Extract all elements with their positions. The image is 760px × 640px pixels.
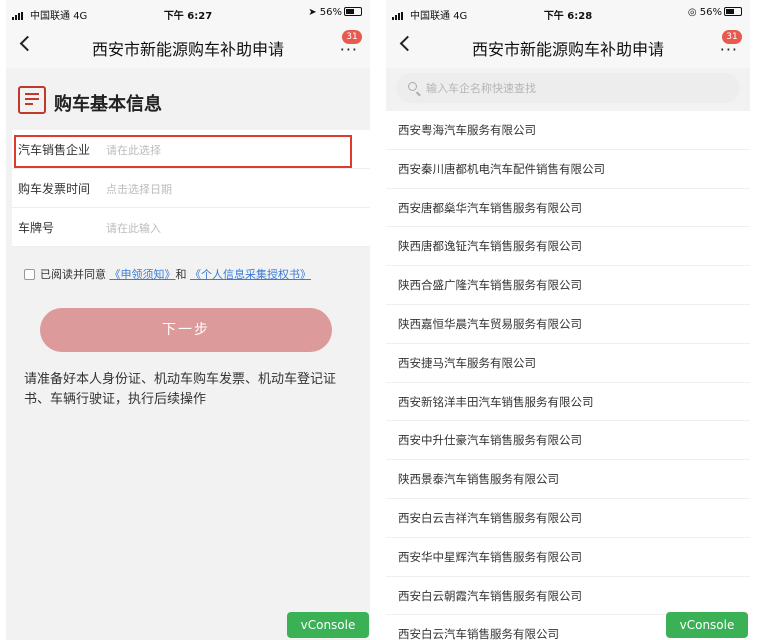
nav-bar: 西安市新能源购车补助申请 ··· 31: [386, 24, 750, 68]
dealer-list-item[interactable]: 陕西唐都逸钲汽车销售服务有限公司: [386, 227, 750, 267]
page-title: 西安市新能源购车补助申请: [91, 40, 284, 59]
dealer-list-item[interactable]: 西安白云吉祥汽车销售服务有限公司: [386, 499, 750, 538]
invoice-date-field[interactable]: 购车发票时间 点击选择日期: [12, 169, 370, 208]
agreement-row: 已阅读并同意 《申领须知》和 《个人信息采集授权书》: [24, 266, 311, 282]
privacy-link[interactable]: 《个人信息采集授权书》: [190, 268, 311, 281]
search-input[interactable]: [426, 77, 726, 99]
alarm-icon: ◎: [687, 7, 697, 18]
dealer-list-item[interactable]: 西安新铭洋丰田汽车销售服务有限公司: [386, 383, 750, 422]
dealer-list-item[interactable]: 西安粤海汽车服务有限公司: [386, 111, 750, 150]
dealer-list-item[interactable]: 西安中升仕豪汽车销售服务有限公司: [386, 421, 750, 461]
next-button[interactable]: 下一步: [40, 308, 332, 352]
vconsole-button[interactable]: vConsole: [666, 612, 748, 638]
agree-checkbox[interactable]: [24, 269, 35, 280]
dealer-list-item[interactable]: 陕西嘉恒华晨汽车贸易服务有限公司: [386, 305, 750, 344]
location-icon: ➤: [308, 7, 317, 18]
status-bar: 中国联通 4G 下午 6:27 ➤ 56%: [6, 0, 370, 24]
notification-badge: 31: [342, 30, 362, 44]
notification-badge: 31: [722, 30, 742, 44]
battery-percent: 56%: [319, 7, 342, 18]
dealer-list-item[interactable]: 陕西景泰汽车销售服务有限公司: [386, 460, 750, 499]
dealer-field[interactable]: 汽车销售企业 请在此选择: [12, 130, 370, 169]
dealer-list-item[interactable]: 西安华中星辉汽车销售服务有限公司: [386, 538, 750, 577]
status-right: ◎ 56%: [688, 7, 742, 18]
dealer-list-item[interactable]: 西安捷马汽车服务有限公司: [386, 344, 750, 383]
purchase-form: 汽车销售企业 请在此选择 购车发票时间 点击选择日期 车牌号 请在此输入: [12, 130, 370, 247]
dealer-list-item[interactable]: 西安白云朝霞汽车销售服务有限公司: [386, 577, 750, 616]
dealer-list-item[interactable]: 西安唐都燊华汽车销售服务有限公司: [386, 189, 750, 228]
battery-icon: [724, 7, 742, 16]
dealer-select[interactable]: 请在此选择: [106, 142, 161, 158]
invoice-date-label: 购车发票时间: [18, 182, 91, 196]
instruction-text: 请准备好本人身份证、机动车购车发票、机动车登记证书、车辆行驶证，执行后续操作: [24, 372, 337, 407]
search-bar[interactable]: [396, 73, 740, 103]
dealer-list-screen: 中国联通 4G 下午 6:28 ◎ 56% 西安市新能源购车补助申请 ··· 3…: [386, 0, 750, 640]
battery-percent: 56%: [699, 7, 722, 18]
document-icon: [18, 86, 46, 114]
plate-number-label: 车牌号: [18, 221, 55, 235]
dealer-list-item[interactable]: 西安秦川唐都机电汽车配件销售有限公司: [386, 150, 750, 189]
search-icon: [408, 82, 421, 96]
notice-link[interactable]: 《申领须知》: [110, 268, 176, 281]
status-bar: 中国联通 4G 下午 6:28 ◎ 56%: [386, 0, 750, 24]
page-title: 西安市新能源购车补助申请: [471, 40, 664, 59]
form-screen: 中国联通 4G 下午 6:27 ➤ 56% 西安市新能源购车补助申请 ··· 3…: [6, 0, 370, 640]
status-right: ➤ 56%: [308, 7, 362, 18]
back-icon[interactable]: [399, 35, 416, 52]
battery-icon: [344, 7, 362, 16]
and-text: 和: [175, 268, 187, 281]
vconsole-button[interactable]: vConsole: [287, 612, 369, 638]
dealer-list: 西安粤海汽车服务有限公司 西安秦川唐都机电汽车配件销售有限公司 西安唐都燊华汽车销售…: [386, 111, 750, 640]
nav-bar: 西安市新能源购车补助申请 ··· 31: [6, 24, 370, 68]
invoice-date-picker[interactable]: 点击选择日期: [106, 181, 172, 197]
dealer-list-item[interactable]: 陕西合盛广隆汽车销售服务有限公司: [386, 266, 750, 305]
section-title: 购车基本信息: [54, 94, 162, 115]
plate-number-field[interactable]: 车牌号 请在此输入: [12, 208, 370, 247]
plate-number-input[interactable]: 请在此输入: [106, 220, 161, 236]
section-header: 购车基本信息: [6, 82, 370, 120]
back-icon[interactable]: [19, 35, 36, 52]
agree-text: 已阅读并同意: [40, 268, 106, 281]
dealer-label: 汽车销售企业: [18, 143, 91, 157]
